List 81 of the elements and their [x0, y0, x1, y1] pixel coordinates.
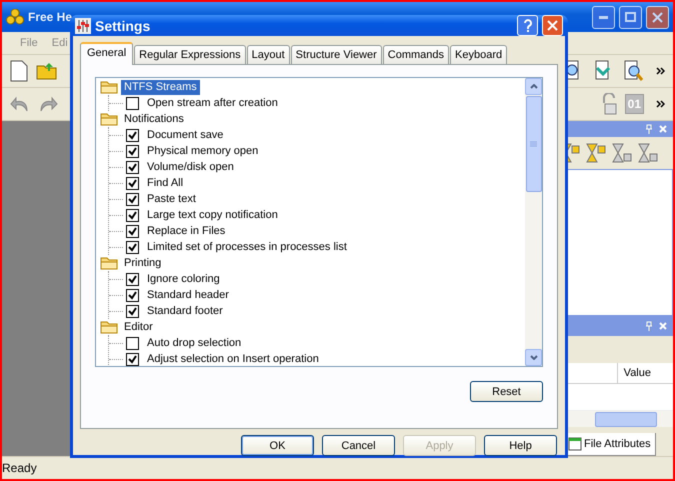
option-label: Ignore coloring: [147, 273, 220, 285]
option-label: Open stream after creation: [147, 97, 278, 109]
checkbox[interactable]: [126, 352, 139, 366]
redo-icon[interactable]: [38, 95, 58, 113]
option-label: Volume/disk open: [147, 161, 234, 173]
dialog-button[interactable]: Help: [484, 435, 557, 456]
folder-icon: [100, 80, 118, 94]
option-label: Standard header: [147, 289, 229, 301]
option-label: Auto drop selection: [147, 337, 242, 349]
checkbox[interactable]: [126, 176, 139, 190]
minimize-icon: [599, 16, 608, 18]
open-folder-icon[interactable]: [36, 62, 58, 80]
settings-tab[interactable]: General: [80, 42, 134, 65]
folder-icon: [100, 256, 118, 270]
help-button[interactable]: [517, 15, 538, 36]
minimize-button[interactable]: [592, 6, 615, 28]
pin-icon[interactable]: [645, 124, 653, 134]
checkbox[interactable]: [126, 160, 139, 174]
checkbox[interactable]: [126, 288, 139, 302]
close-icon: [652, 12, 663, 22]
dialog-title: Settings: [95, 18, 150, 34]
search-icon[interactable]: [622, 60, 644, 82]
close-icon[interactable]: [659, 322, 667, 330]
option-label: Find All: [147, 177, 184, 189]
lock-icon[interactable]: [600, 93, 617, 115]
close-icon[interactable]: [659, 124, 667, 133]
reset-button[interactable]: Reset: [470, 381, 543, 402]
checkbox[interactable]: [126, 96, 139, 110]
chevron-icon[interactable]: [656, 67, 665, 75]
settings-tab[interactable]: Commands: [382, 45, 450, 64]
settings-tab[interactable]: Keyboard: [450, 45, 508, 64]
hourglass-icon[interactable]: [611, 142, 633, 164]
chevron-icon[interactable]: [656, 100, 665, 108]
option-label: Standard footer: [147, 305, 223, 317]
tree-category[interactable]: Notifications: [121, 112, 187, 126]
tree-category[interactable]: Editor: [121, 320, 156, 334]
folder-icon: [100, 320, 118, 334]
tree-category[interactable]: NTFS Streams: [121, 80, 200, 94]
settings-tab[interactable]: Regular Expressions: [134, 45, 246, 64]
close-icon: [547, 20, 558, 31]
checkbox[interactable]: [126, 208, 139, 222]
dialog-button[interactable]: Cancel: [322, 435, 395, 456]
option-label: Paste text: [147, 193, 196, 205]
checkbox[interactable]: [126, 240, 139, 254]
scrollbar[interactable]: [525, 78, 542, 366]
sliders-icon: [75, 18, 91, 34]
status-text: Ready: [2, 461, 37, 475]
hourglass-icon[interactable]: [585, 142, 607, 164]
pin-icon[interactable]: [645, 320, 653, 331]
checkbox[interactable]: [126, 128, 139, 142]
close-button[interactable]: [542, 15, 563, 36]
new-document-icon[interactable]: [10, 60, 28, 82]
checkbox[interactable]: [126, 304, 139, 318]
close-button[interactable]: [646, 6, 669, 28]
undo-icon[interactable]: [10, 95, 30, 113]
table-icon: [568, 437, 582, 452]
tree-category[interactable]: Printing: [121, 256, 164, 270]
option-label: Replace in Files: [147, 225, 226, 237]
option-label: Limited set of processes in processes list: [147, 241, 347, 253]
option-label: Adjust selection on Insert operation: [147, 353, 319, 365]
checkbox[interactable]: [126, 144, 139, 158]
app-title: Free He: [28, 10, 72, 24]
maximize-icon: [625, 12, 636, 22]
settings-tab[interactable]: Structure Viewer: [290, 45, 382, 64]
checkbox[interactable]: [126, 272, 139, 286]
folder-icon: [100, 112, 118, 126]
question-mark-icon: [522, 18, 532, 32]
option-label: Document save: [147, 129, 224, 141]
checkbox[interactable]: [126, 224, 139, 238]
grip-icon: [530, 141, 537, 147]
option-label: Large text copy notification: [147, 209, 278, 221]
hourglass-icon[interactable]: [637, 142, 659, 164]
dialog-button[interactable]: OK: [241, 435, 314, 456]
checkbox[interactable]: [126, 336, 139, 350]
checkbox[interactable]: [126, 192, 139, 206]
check-icon: [128, 354, 137, 364]
settings-tab[interactable]: Layout: [246, 45, 290, 64]
hexagons-icon: [6, 9, 24, 25]
option-label: Physical memory open: [147, 145, 258, 157]
scrollbar-thumb[interactable]: [595, 412, 657, 427]
maximize-button[interactable]: [619, 6, 642, 28]
